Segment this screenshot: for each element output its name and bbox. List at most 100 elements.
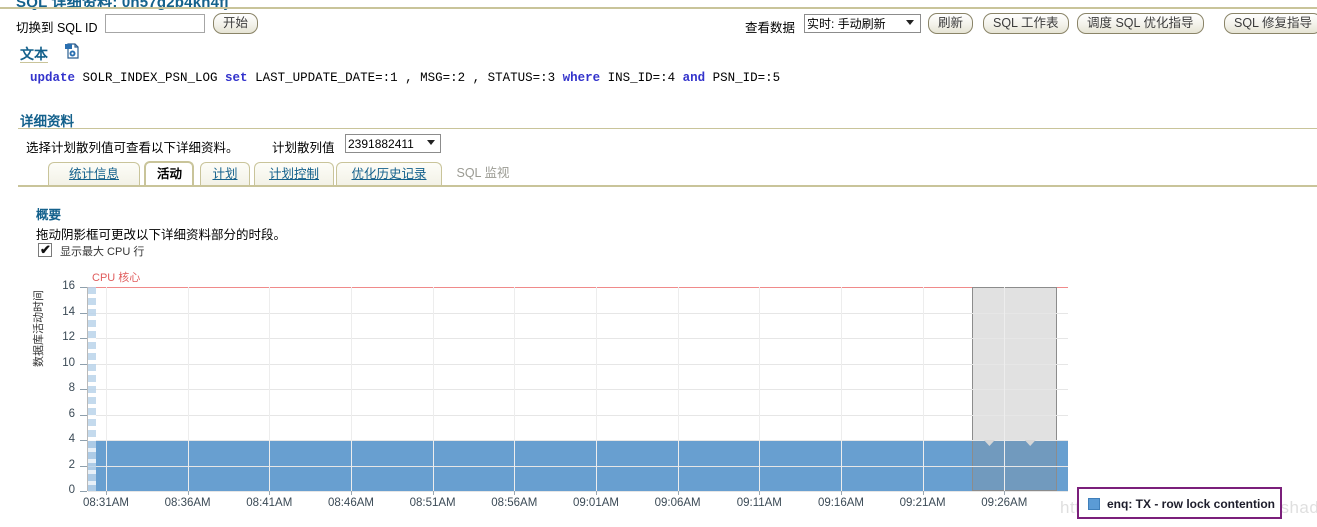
chart-vgridline xyxy=(922,287,924,491)
tab-5[interactable]: 优化历史记录 xyxy=(336,162,442,186)
chart-y-tick-label: 14 xyxy=(62,305,75,318)
switch-sqlid-label: 切换到 SQL ID xyxy=(16,21,98,35)
sql-text: update SOLR_INDEX_PSN_LOG set LAST_UPDAT… xyxy=(30,71,780,85)
legend-label: enq: TX - row lock contention xyxy=(1107,497,1275,511)
chart-vgridline xyxy=(1004,287,1006,491)
sql-keyword: where xyxy=(562,71,601,85)
chart-x-tick-mark xyxy=(187,491,189,495)
chart-y-tick-mark xyxy=(80,414,87,416)
chart-vgridline xyxy=(269,287,271,491)
checkmark-icon: ✔ xyxy=(40,242,51,257)
sql-token: SOLR_INDEX_PSN_LOG xyxy=(75,71,226,85)
chart-y-tick-label: 10 xyxy=(62,356,75,369)
chart-x-tick-label: 08:36AM xyxy=(164,497,211,509)
chart-gridline xyxy=(88,312,1068,314)
chart-y-tick-label: 6 xyxy=(68,407,75,420)
chart-x-tick-label: 08:31AM xyxy=(82,497,129,509)
sql-keyword: set xyxy=(225,71,248,85)
chart-x-tick-label: 09:26AM xyxy=(981,497,1028,509)
chart-x-tick-label: 08:41AM xyxy=(246,497,293,509)
chart-x-tick-mark xyxy=(432,491,434,495)
chart-y-tick-mark xyxy=(80,338,87,339)
chart-x-tick-mark xyxy=(1004,491,1006,495)
sql-token: PSN_ID=:5 xyxy=(705,71,781,85)
chart-x-tick-mark xyxy=(350,491,352,495)
chart-y-tick-label: 16 xyxy=(62,280,75,292)
chart-vgridline xyxy=(595,287,597,491)
chart-y-tick-label: 0 xyxy=(68,484,75,496)
chart-vgridline xyxy=(840,287,842,491)
start-button[interactable]: 开始 xyxy=(213,13,259,34)
refresh-mode-select[interactable]: 实时: 手动刷新 xyxy=(804,14,921,33)
tab-1[interactable]: 统计信息 xyxy=(48,162,140,186)
chart-y-tick-mark xyxy=(80,389,87,390)
chart-x-tick-label: 08:56AM xyxy=(491,497,538,509)
detail-divider xyxy=(18,128,1317,129)
chart-x-tick-label: 08:46AM xyxy=(327,497,374,509)
chart-gridline xyxy=(88,465,1068,467)
view-data-label: 查看数据 xyxy=(745,21,796,35)
detail-hint: 选择计划散列值可查看以下详细资料。 xyxy=(26,141,239,155)
chart-vgridline xyxy=(105,287,107,491)
chart-x-tick-label: 09:21AM xyxy=(899,497,946,509)
chart-y-tick-mark xyxy=(80,312,87,314)
chart-y-tick-label: 2 xyxy=(68,458,75,471)
chart-vgridline xyxy=(187,287,189,491)
tab-2[interactable]: 活动 xyxy=(144,161,194,187)
detail-section-heading: 详细资料 xyxy=(20,114,74,129)
chart-x-tick-label: 08:51AM xyxy=(409,497,456,509)
sql-keyword: and xyxy=(682,71,706,85)
chart-x-tick-mark xyxy=(105,491,107,495)
tab-6: SQL 监视 xyxy=(456,166,510,180)
tab-4[interactable]: 计划控制 xyxy=(254,162,334,186)
sqlid-input[interactable] xyxy=(105,14,205,33)
chart-y-tick-mark xyxy=(80,465,87,467)
chart-gridline xyxy=(88,363,1068,365)
chart-y-tick-mark xyxy=(80,363,87,365)
chart-x-tick-mark xyxy=(514,491,516,495)
title-divider xyxy=(0,7,1317,9)
refresh-button[interactable]: 刷新 xyxy=(928,13,974,34)
chart-vgridline xyxy=(677,287,679,491)
chart-vgridline xyxy=(759,287,761,491)
chart-vgridline xyxy=(514,287,516,491)
sql-repair-advisor-button[interactable]: SQL 修复指导 xyxy=(1224,13,1317,34)
chart-x-tick-mark xyxy=(677,491,679,495)
copy-document-icon[interactable] xyxy=(64,43,80,60)
sql-keyword: update xyxy=(30,71,76,85)
chart-x-tick-label: 09:06AM xyxy=(654,497,701,509)
chart-y-tick-mark xyxy=(80,287,87,288)
plan-hash-label: 计划散列值 xyxy=(272,141,335,155)
sql-token: LAST_UPDATE_DATE=:1 , MSG=:2 , STATUS=:3 xyxy=(247,71,563,85)
chart-x-tick-label: 09:11AM xyxy=(736,497,782,509)
chart-x-tick-label: 09:01AM xyxy=(572,497,619,509)
chart-x-tick-mark xyxy=(922,491,924,495)
chart-y-axis-title: 数据库活动时间 xyxy=(33,290,45,367)
chart-vgridline xyxy=(350,287,352,491)
switch-toolbar: 切换到 SQL ID 开始 查看数据 实时: 手动刷新 刷新 SQL 工作表 调… xyxy=(0,12,1317,38)
legend-color-swatch xyxy=(1088,498,1100,510)
chart-x-tick-mark xyxy=(840,491,842,495)
chart-gridline xyxy=(88,440,1068,441)
chart-gridline xyxy=(88,389,1068,390)
schedule-sql-tuning-advisor-button[interactable]: 调度 SQL 优化指导 xyxy=(1077,13,1204,34)
sql-token: INS_ID=:4 xyxy=(600,71,683,85)
overview-hint: 拖动阴影框可更改以下详细资料部分的时段。 xyxy=(36,228,287,242)
text-section-heading[interactable]: 文本 xyxy=(20,44,48,64)
chart-vgridline xyxy=(432,287,434,491)
chart-y-tick-mark xyxy=(80,491,87,492)
chart-x-tick-mark xyxy=(595,491,597,495)
chart-y-tick-label: 4 xyxy=(68,433,75,445)
chart-x-tick-label: 09:16AM xyxy=(817,497,864,509)
overview-heading: 概要 xyxy=(36,208,62,222)
chart-y-tick-mark xyxy=(80,440,87,441)
chart-y-tick-label: 8 xyxy=(68,382,75,394)
plan-hash-select[interactable]: 2391882411 xyxy=(345,134,441,153)
tab-3[interactable]: 计划 xyxy=(200,162,250,186)
chart-x-tick-mark xyxy=(269,491,271,495)
chart-gridline xyxy=(88,491,1068,492)
sql-worksheet-button[interactable]: SQL 工作表 xyxy=(983,13,1069,34)
chart-gridline xyxy=(88,338,1068,339)
page-title: SQL 详细资料: 0n57g2b4kh4fj xyxy=(16,0,229,11)
chart-plot-area[interactable] xyxy=(88,287,1068,492)
